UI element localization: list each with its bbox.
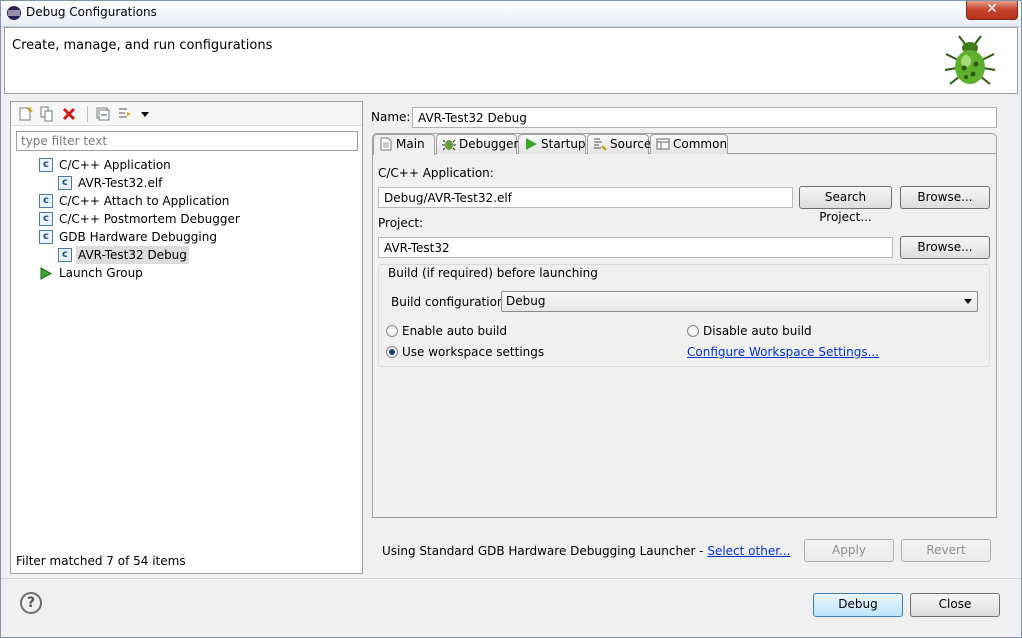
browse-application-button[interactable]: Browse...	[900, 186, 990, 209]
enable-auto-build-radio[interactable]	[386, 325, 398, 337]
c-app-icon: c	[58, 248, 72, 262]
source-tab-icon	[594, 138, 607, 151]
window-title: Debug Configurations	[26, 5, 157, 19]
build-config-label: Build configuration:	[391, 295, 509, 309]
help-icon[interactable]: ?	[20, 592, 42, 614]
duplicate-icon[interactable]	[39, 106, 55, 122]
eclipse-icon	[7, 6, 21, 20]
tree-toolbar	[11, 102, 362, 126]
banner-title: Create, manage, and run configurations	[12, 38, 273, 53]
collapse-all-icon[interactable]	[95, 106, 111, 122]
new-config-icon[interactable]	[17, 106, 33, 122]
revert-button[interactable]: Revert	[901, 539, 991, 562]
launcher-text: Using Standard GDB Hardware Debugging La…	[382, 544, 791, 558]
disable-auto-build-radio[interactable]	[687, 325, 699, 337]
footer-separator	[0, 578, 1022, 579]
window-close-button[interactable]: ✕	[966, 0, 1018, 20]
tab-source[interactable]: Source	[587, 134, 651, 154]
delete-icon[interactable]	[61, 106, 77, 122]
launch-group-icon	[40, 267, 52, 280]
use-workspace-settings-radio[interactable]	[386, 346, 398, 358]
c-app-icon: c	[39, 194, 53, 208]
select-other-link[interactable]: Select other...	[707, 544, 790, 558]
apply-button[interactable]: Apply	[804, 539, 894, 562]
app-label: C/C++ Application:	[378, 166, 494, 180]
build-group-title: Build (if required) before launching	[386, 266, 600, 280]
filter-status: Filter matched 7 of 54 items	[16, 554, 186, 568]
debugger-tab-icon	[442, 139, 456, 151]
filter-input[interactable]	[16, 131, 358, 151]
chevron-down-icon	[964, 299, 972, 304]
application-input[interactable]	[378, 187, 793, 208]
header-banner: Create, manage, and run configurations	[4, 27, 1018, 94]
common-tab-icon	[656, 138, 670, 150]
use-workspace-settings-label: Use workspace settings	[402, 345, 545, 359]
configuration-tree-pane: c C/C++ Application c AVR-Test32.elf c C…	[10, 101, 363, 574]
configuration-name-input[interactable]	[412, 107, 997, 128]
close-button[interactable]: Close	[910, 593, 1000, 617]
c-app-icon: c	[39, 158, 53, 172]
project-label: Project:	[378, 216, 424, 230]
main-tab-icon	[380, 137, 392, 151]
search-project-button[interactable]: Search Project...	[799, 186, 892, 224]
tab-startup[interactable]: Startup	[518, 134, 586, 154]
c-app-icon: c	[39, 212, 53, 226]
name-label: Name:	[371, 110, 411, 124]
project-input[interactable]	[378, 237, 893, 258]
tab-common[interactable]: Common	[650, 134, 728, 154]
tab-main[interactable]: Main	[373, 134, 435, 155]
build-config-select[interactable]: Debug	[501, 291, 978, 312]
debug-button[interactable]: Debug	[813, 593, 903, 617]
dropdown-arrow-icon[interactable]	[137, 106, 153, 122]
enable-auto-build-label: Enable auto build	[402, 324, 508, 338]
title-bar: Debug Configurations ✕	[0, 0, 1022, 27]
tab-debugger[interactable]: Debugger	[436, 134, 518, 154]
startup-tab-icon	[526, 138, 537, 150]
bug-icon	[944, 35, 996, 85]
toolbar-separator	[87, 106, 88, 122]
configure-workspace-link[interactable]: Configure Workspace Settings...	[687, 345, 879, 359]
disable-auto-build-label: Disable auto build	[703, 324, 812, 338]
c-app-icon: c	[39, 230, 53, 244]
browse-project-button[interactable]: Browse...	[900, 236, 990, 259]
c-app-icon: c	[58, 176, 72, 190]
filter-icon[interactable]	[117, 106, 133, 122]
